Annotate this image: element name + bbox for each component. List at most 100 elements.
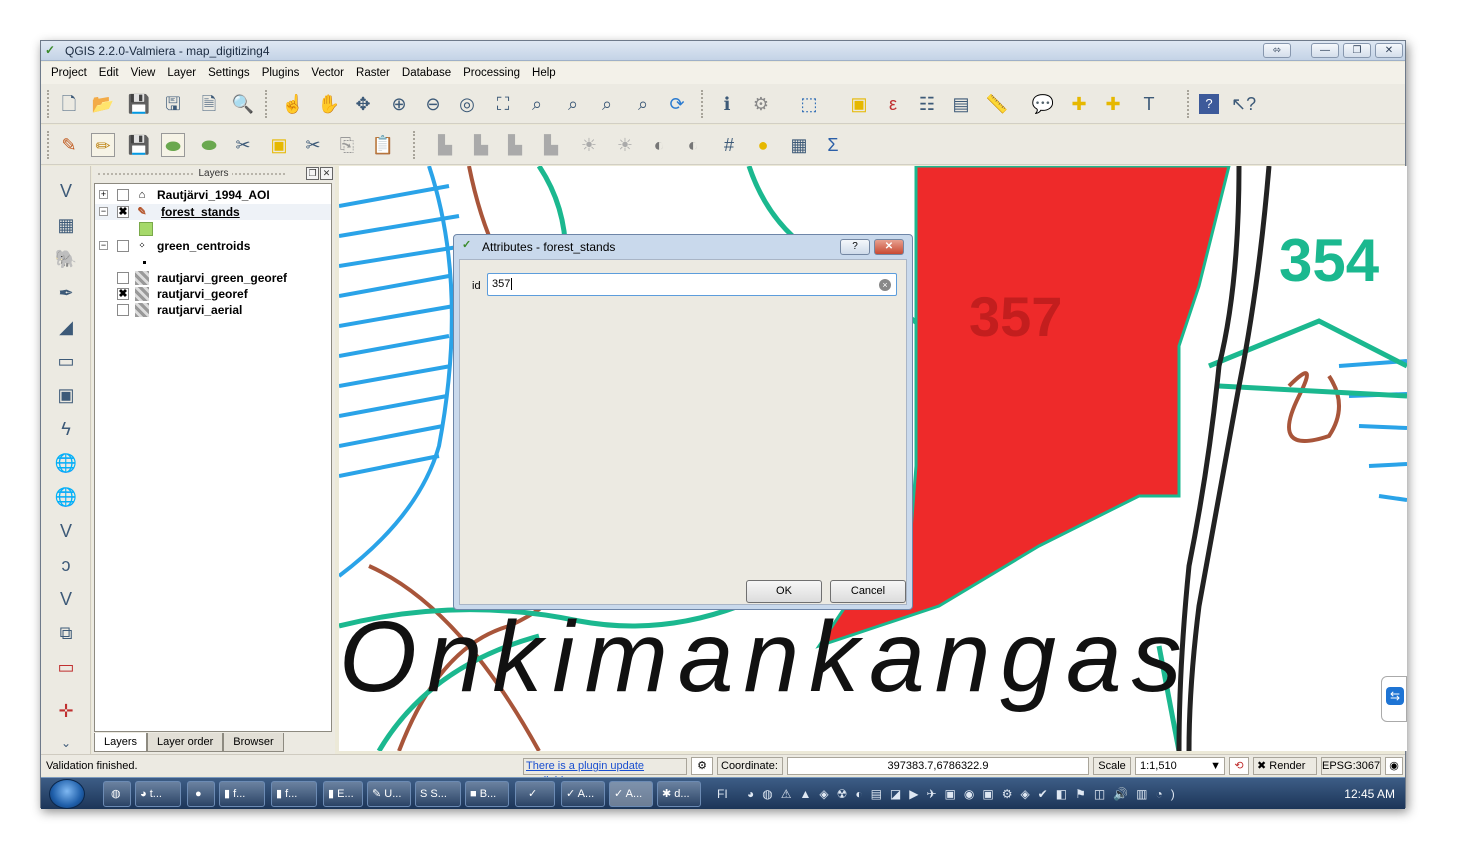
clear-field-icon[interactable]: ×: [879, 279, 891, 291]
render-toggle[interactable]: ✖ Render: [1253, 757, 1317, 775]
label-tool-icon[interactable]: ☀: [577, 133, 601, 157]
close-button[interactable]: ✕: [1375, 43, 1403, 58]
scale-combo[interactable]: 1:1,510 ▼: [1135, 757, 1225, 775]
zoom-out-icon[interactable]: ⊖: [421, 92, 445, 116]
new-project-icon[interactable]: 🗋: [57, 92, 81, 116]
cancel-button[interactable]: Cancel: [830, 580, 906, 603]
layer-checkbox[interactable]: [117, 272, 129, 284]
render-checkbox[interactable]: ✖: [1257, 760, 1266, 772]
add-wcs-layer-icon[interactable]: 🌐: [53, 484, 79, 510]
statistics-icon[interactable]: ▤: [949, 92, 973, 116]
measure-icon[interactable]: 📏: [985, 92, 1009, 116]
layer-item[interactable]: − ✖ ✎ forest_stands: [95, 204, 331, 220]
tab-layers[interactable]: Layers: [94, 733, 148, 752]
zoom-next-icon[interactable]: ⌕: [631, 92, 655, 116]
crs-button[interactable]: EPSG:3067: [1321, 757, 1381, 775]
taskbar-item[interactable]: ▮ f...: [219, 781, 265, 807]
show-bookmarks-icon[interactable]: ✚: [1101, 92, 1125, 116]
layer-item[interactable]: ✖ rautjarvi_georef: [95, 286, 331, 302]
zoom-layer-icon[interactable]: ⌕: [561, 92, 585, 116]
snapping-icon[interactable]: #: [717, 133, 741, 157]
id-field-input[interactable]: 357 ×: [487, 273, 897, 296]
more-tools-icon[interactable]: ⌄: [53, 730, 79, 756]
title-bar[interactable]: ✓ QGIS 2.2.0-Valmiera - map_digitizing4 …: [41, 41, 1405, 61]
whats-this-icon[interactable]: ↖?: [1231, 92, 1256, 116]
add-wfs-layer-icon[interactable]: V: [53, 518, 79, 544]
move-feature-icon[interactable]: ⬬: [197, 133, 221, 157]
zoom-native-icon[interactable]: ◎: [455, 92, 479, 116]
current-edits-icon[interactable]: ✎: [57, 133, 81, 157]
layer-checkbox[interactable]: [117, 240, 129, 252]
advanced-edit-icon[interactable]: ▙: [433, 133, 457, 157]
zonal-stats-icon[interactable]: Σ: [821, 133, 845, 157]
attribute-table-icon[interactable]: ☷: [915, 92, 939, 116]
qgis-taskbar-icon[interactable]: ✓: [515, 781, 555, 807]
copy-features-icon[interactable]: ⎘: [335, 133, 359, 157]
taskbar-item[interactable]: ◕ t...: [135, 781, 181, 807]
menu-settings[interactable]: Settings: [202, 67, 256, 79]
layer-checkbox[interactable]: ✖: [117, 288, 129, 300]
add-delimited-layer-icon[interactable]: ↄ: [53, 552, 79, 578]
taskbar-item[interactable]: ■ B...: [465, 781, 509, 807]
crosshair-icon[interactable]: ✛: [53, 698, 79, 724]
ie-icon[interactable]: ◍: [103, 781, 131, 807]
paste-features-icon[interactable]: 📋: [371, 133, 395, 157]
taskbar-item[interactable]: ✎ U...: [367, 781, 411, 807]
add-wms-layer-icon[interactable]: 🌐: [53, 450, 79, 476]
menu-vector[interactable]: Vector: [305, 67, 350, 79]
new-shapefile-icon[interactable]: V: [53, 586, 79, 612]
toggle-editing-icon[interactable]: ✏: [91, 133, 115, 157]
raster-tool-icon[interactable]: ▦: [787, 133, 811, 157]
help-button[interactable]: ?: [840, 239, 870, 255]
layer-item[interactable]: − ⁘ green_centroids: [95, 238, 331, 254]
composer-manager-icon[interactable]: 🔍: [231, 92, 255, 116]
restore-icon[interactable]: ⬄: [1263, 43, 1291, 58]
action-icon[interactable]: ⚙: [749, 92, 773, 116]
add-mssql-layer-icon[interactable]: ◢: [53, 314, 79, 340]
text-annotation-icon[interactable]: T: [1137, 92, 1161, 116]
add-vector-layer-icon[interactable]: V: [53, 178, 79, 204]
add-oracle-layer-icon[interactable]: ▭: [53, 348, 79, 374]
layer-checkbox[interactable]: [117, 189, 129, 201]
label-tool-icon[interactable]: ☀: [613, 133, 637, 157]
add-spatialite-layer-icon[interactable]: ✒: [53, 280, 79, 306]
refresh-icon[interactable]: ⟳: [665, 92, 689, 116]
label-tool-icon[interactable]: ◐: [647, 133, 671, 157]
menu-view[interactable]: View: [125, 67, 162, 79]
float-panel-icon[interactable]: ❐: [306, 167, 319, 180]
add-feature-icon[interactable]: ⬬: [161, 133, 185, 157]
expand-icon[interactable]: +: [99, 190, 108, 199]
pan-to-selection-icon[interactable]: ✥: [351, 92, 375, 116]
advanced-edit-icon[interactable]: ▙: [539, 133, 563, 157]
remove-layer-icon[interactable]: ▭: [53, 654, 79, 680]
messages-icon[interactable]: ⚙: [691, 757, 713, 775]
menu-help[interactable]: Help: [526, 67, 562, 79]
select-features-icon[interactable]: ⬚: [797, 92, 821, 116]
add-sqlanywhere-layer-icon[interactable]: ▣: [53, 382, 79, 408]
menu-edit[interactable]: Edit: [93, 67, 125, 79]
field-calculator-icon[interactable]: ε: [881, 92, 905, 116]
map-tips-icon[interactable]: 💬: [1031, 92, 1055, 116]
start-button[interactable]: [49, 779, 85, 809]
menu-database[interactable]: Database: [396, 67, 457, 79]
collapse-icon[interactable]: −: [99, 241, 108, 250]
save-project-icon[interactable]: 💾: [127, 92, 151, 116]
coordinate-toggle[interactable]: Coordinate:: [717, 757, 783, 775]
node-tool-icon[interactable]: ✂: [231, 133, 255, 157]
layer-checkbox[interactable]: [117, 304, 129, 316]
zoom-in-icon[interactable]: ⊕: [387, 92, 411, 116]
taskbar-item[interactable]: ▮ E...: [323, 781, 363, 807]
taskbar-item-active[interactable]: ✓ A...: [609, 781, 653, 807]
menu-layer[interactable]: Layer: [161, 67, 202, 79]
taskbar-item[interactable]: ✓ A...: [561, 781, 605, 807]
language-indicator[interactable]: FI: [717, 787, 728, 801]
point-tool-icon[interactable]: ●: [751, 133, 775, 157]
menu-project[interactable]: Project: [45, 67, 93, 79]
save-as-icon[interactable]: 🖫: [161, 92, 185, 116]
zoom-last-icon[interactable]: ⌕: [595, 92, 619, 116]
new-bookmark-icon[interactable]: ✚: [1067, 92, 1091, 116]
save-layer-edits-icon[interactable]: 💾: [127, 133, 151, 157]
menu-processing[interactable]: Processing: [457, 67, 526, 79]
deselect-icon[interactable]: ▣: [847, 92, 871, 116]
messages-log-icon[interactable]: ◉: [1385, 757, 1403, 775]
